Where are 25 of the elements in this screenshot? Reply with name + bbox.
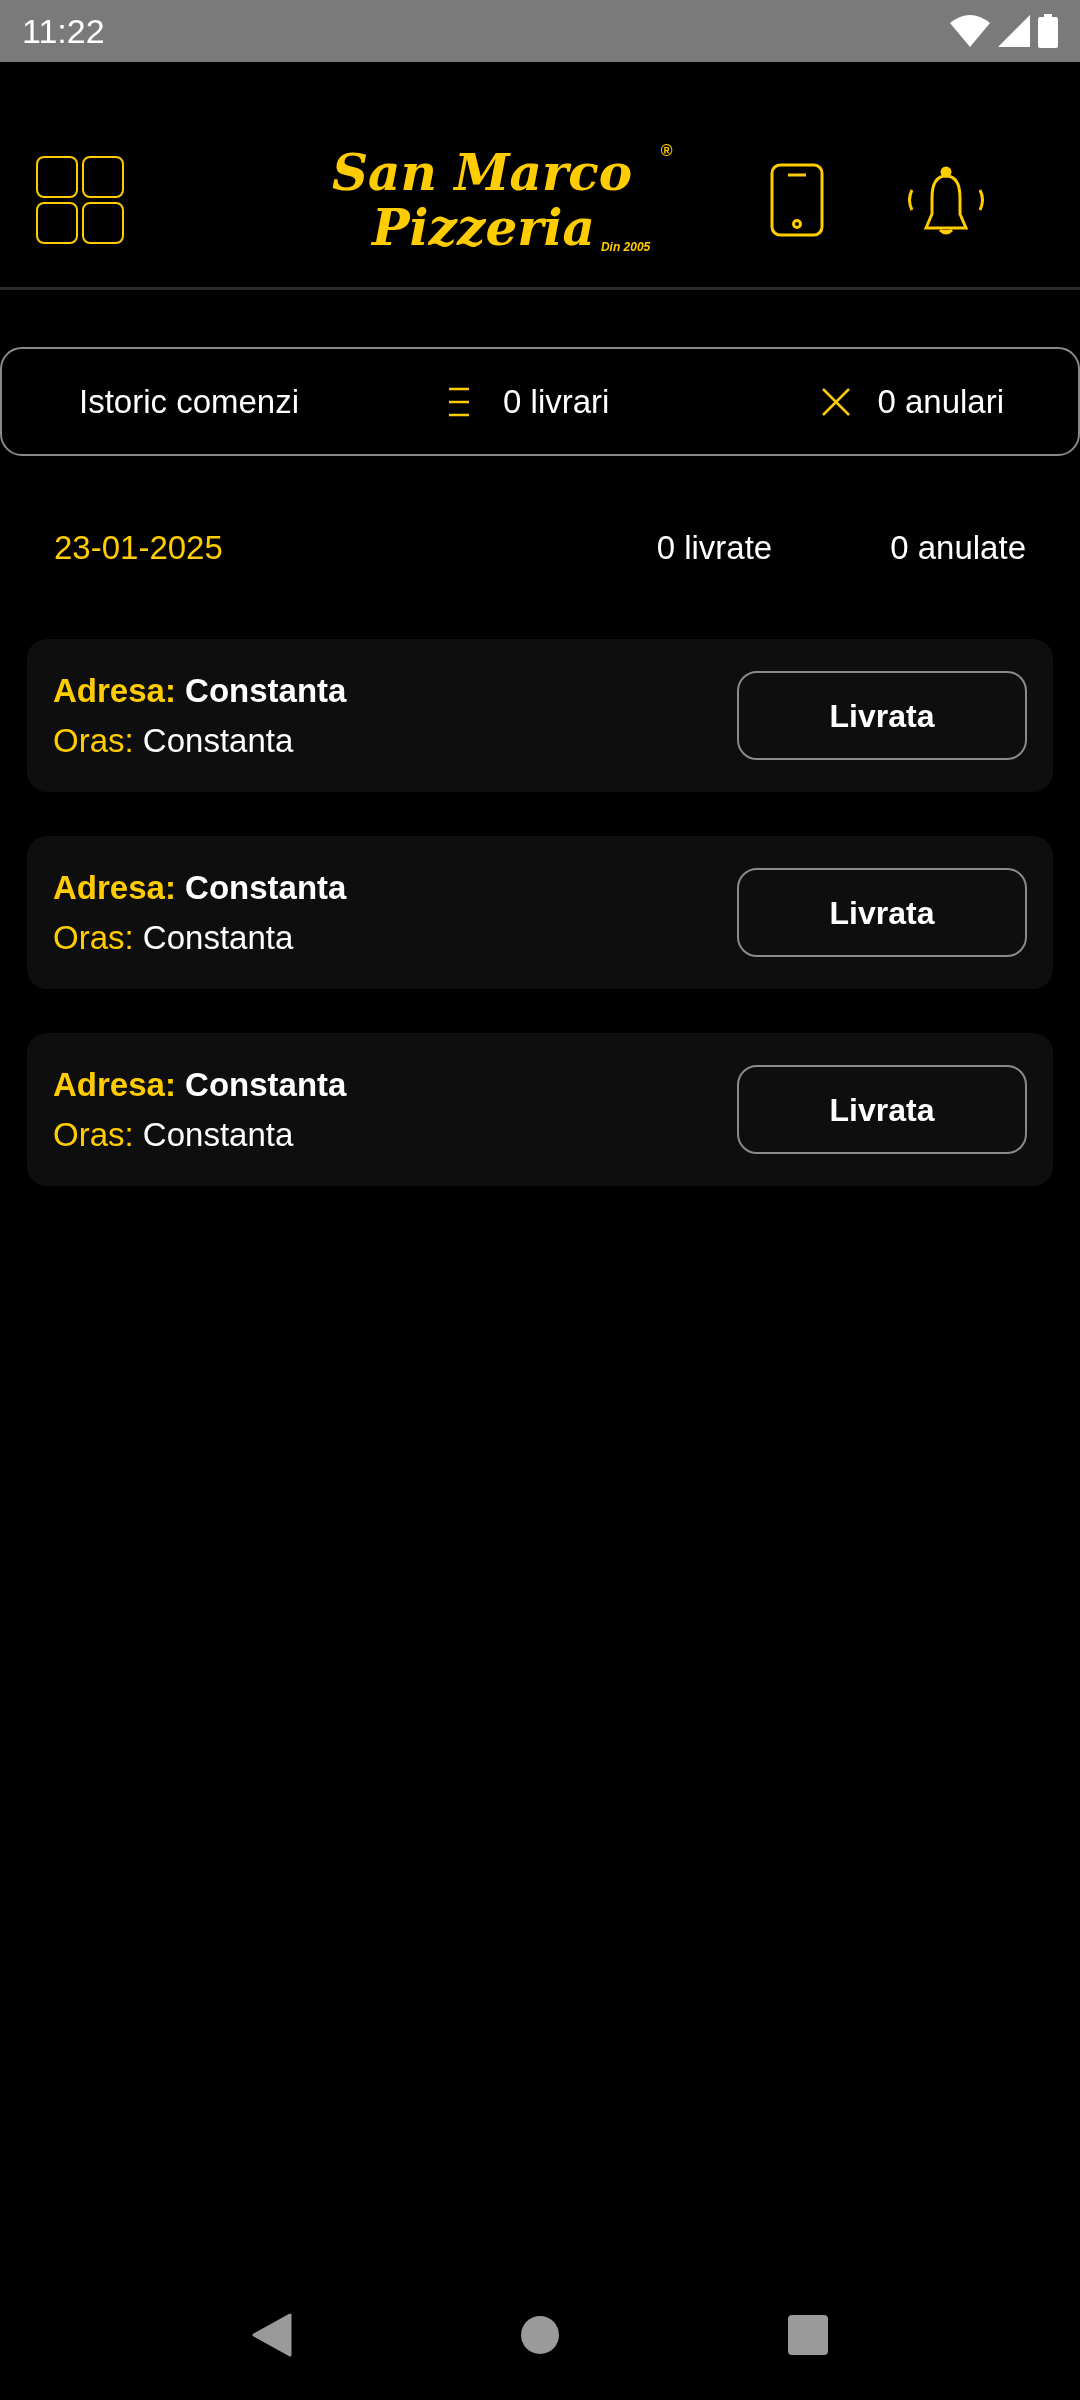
status-time: 11:22	[22, 10, 105, 52]
wifi-icon	[950, 15, 990, 47]
delivered-button[interactable]: Livrata	[737, 1065, 1027, 1154]
address-line: Adresa: Constanta	[53, 671, 347, 711]
delivered-button[interactable]: Livrata	[737, 671, 1027, 760]
battery-icon	[1038, 14, 1058, 48]
delivered-count: 0 livrate	[656, 527, 773, 568]
delivered-count: 0 livrari	[503, 381, 610, 422]
delivered-button[interactable]: Livrata	[737, 868, 1027, 957]
back-icon[interactable]	[252, 2313, 292, 2357]
list-icon	[447, 386, 472, 417]
city-line: Oras: Constanta	[53, 917, 295, 958]
city-line: Oras: Constanta	[53, 720, 295, 761]
signal-icon	[998, 15, 1030, 47]
order-date: 23-01-2025	[54, 527, 223, 568]
cancelled-count: 0 anulate	[890, 527, 1026, 568]
grid-menu-icon[interactable]	[36, 155, 124, 244]
address-line: Adresa: Constanta	[53, 1065, 347, 1105]
close-icon	[821, 386, 852, 417]
city-line: Oras: Constanta	[53, 1114, 295, 1155]
address-line: Adresa: Constanta	[53, 868, 347, 908]
phone-icon[interactable]	[770, 162, 824, 237]
history-title[interactable]: Istoric comenzi	[79, 376, 300, 427]
home-icon[interactable]	[520, 2315, 560, 2355]
cancelled-count: 0 anulari	[877, 381, 1004, 422]
